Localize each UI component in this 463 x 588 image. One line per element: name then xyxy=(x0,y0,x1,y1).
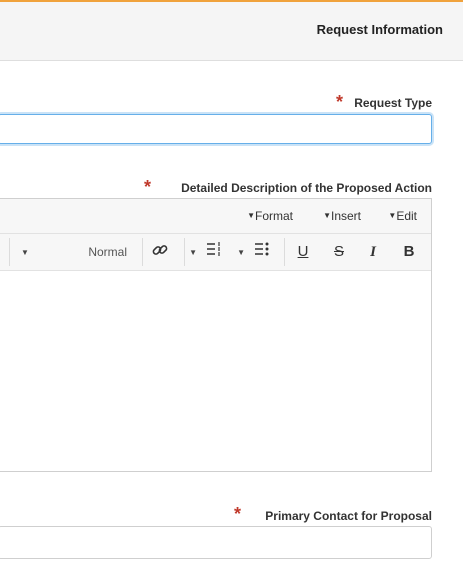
bullet-list-icon xyxy=(255,242,269,256)
rich-text-editor: ▼Edit ▼Insert ▼Format B I S U ▼ ▼ ▼ Norm… xyxy=(0,198,432,472)
bullet-list-button[interactable] xyxy=(251,241,271,263)
menu-edit[interactable]: ▼Edit xyxy=(385,209,417,223)
description-label: Detailed Description of the Proposed Act… xyxy=(181,181,432,195)
menu-format-label: Format xyxy=(254,209,293,223)
menu-edit-label: Edit xyxy=(396,209,417,223)
chevron-down-icon: ▼ xyxy=(323,211,331,220)
required-indicator: * xyxy=(143,177,151,197)
section-header: Request Information xyxy=(0,2,463,61)
toolbar-divider xyxy=(184,238,185,266)
primary-contact-label: Primary Contact for Proposal xyxy=(265,509,432,523)
editor-content-area[interactable] xyxy=(0,271,431,471)
numbered-list-icon xyxy=(207,242,220,256)
underline-button[interactable]: U xyxy=(293,241,313,263)
strikethrough-button[interactable]: S xyxy=(329,241,349,263)
block-format-value: Normal xyxy=(88,245,127,259)
toolbar-divider xyxy=(284,238,285,266)
chevron-down-icon: ▼ xyxy=(21,248,29,257)
required-indicator: * xyxy=(233,504,241,524)
chevron-down-icon[interactable]: ▼ xyxy=(189,248,197,257)
block-format-select[interactable]: ▼ Normal xyxy=(13,238,133,266)
required-indicator: * xyxy=(335,92,343,112)
chevron-down-icon[interactable]: ▼ xyxy=(237,248,245,257)
link-button[interactable] xyxy=(149,241,171,263)
chevron-down-icon: ▼ xyxy=(247,211,255,220)
bold-button[interactable]: B xyxy=(399,241,419,263)
editor-menubar: ▼Edit ▼Insert ▼Format xyxy=(0,199,431,234)
menu-insert[interactable]: ▼Insert xyxy=(320,209,361,223)
editor-toolbar: B I S U ▼ ▼ ▼ Normal xyxy=(0,234,431,271)
request-type-input[interactable] xyxy=(0,114,432,144)
section-title: Request Information xyxy=(316,22,443,37)
link-icon xyxy=(152,245,168,255)
menu-format[interactable]: ▼Format xyxy=(244,209,293,223)
numbered-list-button[interactable] xyxy=(203,241,223,263)
toolbar-divider xyxy=(142,238,143,266)
toolbar-divider xyxy=(9,238,10,266)
primary-contact-input[interactable] xyxy=(0,526,432,559)
menu-insert-label: Insert xyxy=(330,209,361,223)
italic-button[interactable]: I xyxy=(363,241,383,263)
request-type-label: Request Type xyxy=(354,96,432,110)
